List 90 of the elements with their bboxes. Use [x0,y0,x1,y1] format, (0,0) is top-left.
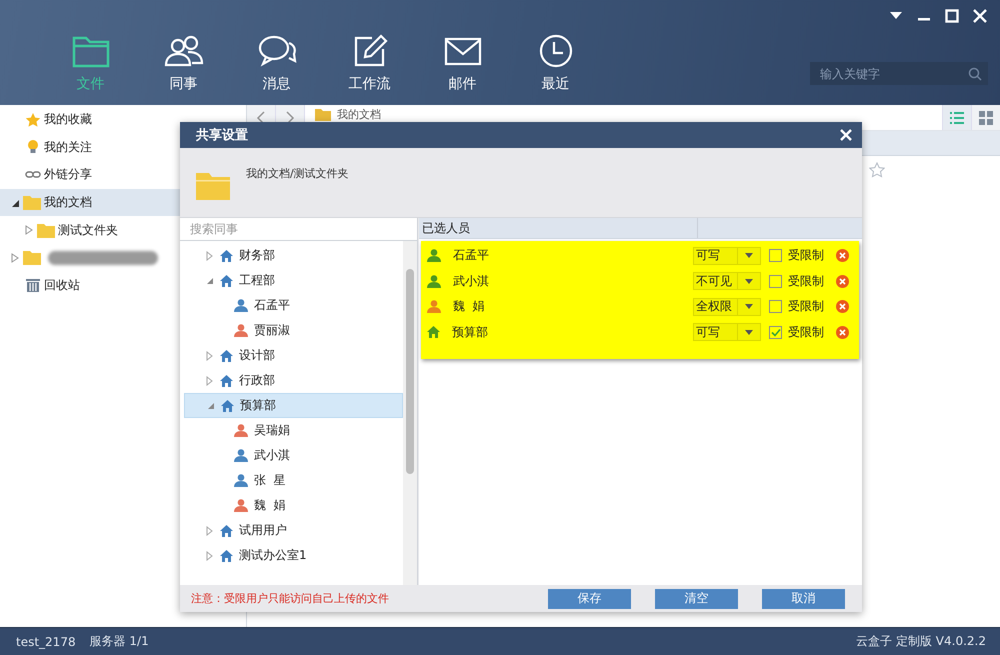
tree-item[interactable]: 贾丽淑 [184,318,403,343]
scrollbar[interactable] [403,241,417,585]
checkbox-label: 受限制 [788,272,824,290]
permission-dropdown[interactable]: 可写 [693,323,761,342]
house-icon [220,550,233,562]
member-name: 石孟平 [453,247,490,264]
check-icon [770,328,780,337]
warning-note: 注意：受限用户只能访问自己上传的文件 [191,591,390,606]
folder-icon [196,172,230,200]
chevron-right-icon [285,110,295,124]
permission-dropdown[interactable]: 不可见 [693,272,761,290]
star-outline-icon [869,162,885,178]
member-name: 魏 娟 [453,298,486,316]
nav-tab[interactable]: 邮件 [416,30,509,88]
sidebar-item[interactable]: 我的收藏 [0,106,180,134]
folder-icon [37,222,55,238]
checkbox[interactable] [769,249,782,262]
people-icon [164,33,204,69]
close-icon[interactable] [972,8,988,24]
house-icon [220,524,233,536]
tree-item[interactable]: 财务部 [184,243,403,268]
star-icon [25,112,41,128]
save-button[interactable]: 保存 [548,588,631,608]
folder-icon [23,195,41,210]
checkbox[interactable] [769,274,782,288]
chevron-left-icon [256,110,266,124]
nav-tab[interactable]: 最近 [509,30,602,88]
checkbox[interactable] [769,300,782,314]
list-header: 已选人员 [419,218,862,239]
checkbox-label: 受限制 [788,247,824,264]
server-count: 服务器 1/1 [90,633,149,650]
caret-icon [745,278,753,284]
username: test_2178 [16,634,76,648]
tree-item[interactable]: 预算部 [184,393,403,418]
dialog-title: 共享设置 [196,126,248,144]
remove-icon[interactable] [836,274,849,288]
sidebar-item[interactable]: 外链分享 [0,161,180,189]
sidebar-item[interactable]: 我的关注 [0,134,180,162]
tree-item[interactable]: 武小淇 [184,443,403,468]
permission-dropdown[interactable]: 可写 [693,246,761,265]
house-icon [220,350,233,362]
tree-item[interactable]: 张 星 [184,468,403,493]
member-name: 预算部 [452,324,489,341]
tree-item[interactable]: 石孟平 [184,293,403,318]
lightbulb-icon [25,139,41,156]
member-name: 武小淇 [453,272,490,290]
close-icon [840,129,852,141]
list-view-icon [950,112,964,124]
remove-icon[interactable] [836,300,849,314]
nav-tab[interactable]: 同事 [137,30,230,88]
nav-tab[interactable]: 消息 [230,30,323,88]
tree-item[interactable]: 吴瑞娟 [184,418,403,443]
nav-tab[interactable]: 工作流 [323,30,416,88]
tree-item[interactable]: 行政部 [184,368,403,393]
sidebar-item[interactable]: 测试文件夹 [0,216,180,244]
checkbox-label: 受限制 [788,324,824,341]
remove-icon[interactable] [836,326,849,339]
folder-icon [23,250,41,266]
grid-view-icon [979,110,993,124]
view-toggle-button[interactable] [942,105,971,130]
breadcrumb[interactable]: 我的文档 [337,106,381,122]
cancel-button[interactable]: 取消 [762,588,845,608]
remove-icon[interactable] [836,249,849,262]
tree-item[interactable]: 工程部 [184,268,403,293]
version-label: 云盒子 定制版 V4.0.2.2 [856,633,986,650]
checkbox[interactable] [769,326,782,339]
house-icon [220,250,233,262]
search-icon [968,67,982,81]
tree-item[interactable]: 试用用户 [184,518,403,543]
permission-dropdown[interactable]: 全权限 [693,298,761,316]
chat-bubbles-icon [256,33,296,69]
close-button[interactable] [838,127,854,143]
search-field[interactable]: 输入关键字 [810,62,988,85]
caret-icon [745,330,753,335]
caret-icon [745,304,753,310]
tree-item[interactable]: 魏 娟 [184,493,403,518]
maximize-icon[interactable] [944,8,960,24]
sidebar-item[interactable]: 回收站 [0,272,180,300]
clear-button[interactable]: 清空 [655,588,738,608]
checkbox-label: 受限制 [788,298,824,316]
house-icon [220,274,233,286]
sidebar-item[interactable]: 我的文档 [0,188,180,216]
caret-icon [745,253,753,258]
tree-item[interactable]: 设计部 [184,343,403,368]
trash-icon [25,277,41,294]
house-icon [220,374,233,386]
house-icon [221,400,234,412]
view-toggle-button[interactable] [971,105,1000,130]
tree-item[interactable]: 测试办公室1 [184,543,403,568]
folder-path: 我的文档/测试文件夹 [246,166,349,181]
